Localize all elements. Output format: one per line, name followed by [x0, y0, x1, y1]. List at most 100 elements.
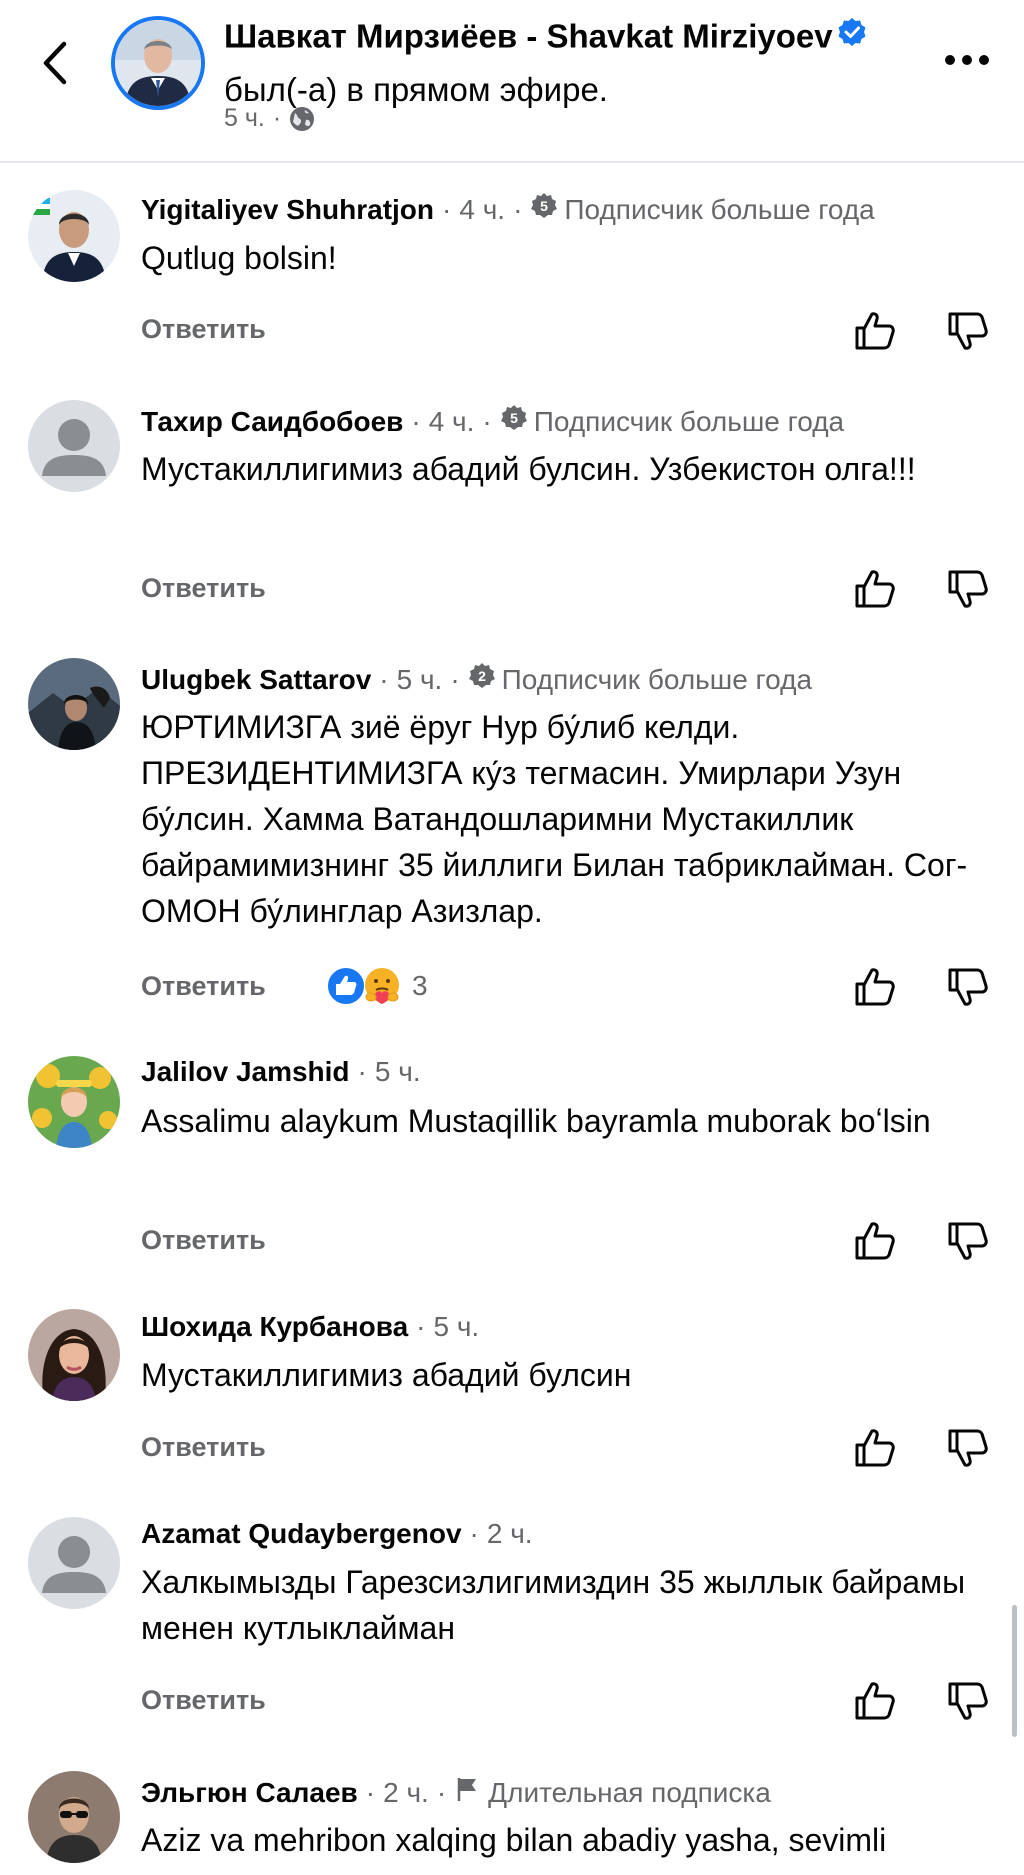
- dislike-button[interactable]: [946, 567, 990, 611]
- thumbs-down-icon: [948, 570, 988, 608]
- reply-button[interactable]: Ответить: [141, 573, 266, 604]
- reply-button[interactable]: Ответить: [141, 1225, 266, 1256]
- page-name[interactable]: Шавкат Мирзиёев - Shavkat Mirziyoev: [224, 18, 833, 55]
- comment-time[interactable]: 5 ч.: [375, 1055, 421, 1089]
- avatar[interactable]: [28, 658, 120, 750]
- dislike-button[interactable]: [946, 1426, 990, 1470]
- avatar[interactable]: [28, 190, 120, 282]
- comment-time[interactable]: 2 ч.: [487, 1517, 533, 1551]
- comment-text: ЮРТИМИЗГА зиё ёруг Нур бу́либ келди. ПРЕ…: [141, 709, 968, 929]
- badge-number: 5: [510, 410, 518, 426]
- thumbs-down-icon: [948, 968, 988, 1006]
- like-button[interactable]: [853, 1219, 897, 1263]
- separator: ·: [411, 406, 421, 437]
- follower-badge-text: Подписчик больше года: [533, 406, 845, 437]
- comment-text: Aziz va mehribon xalqing bilan abadiy ya…: [141, 1822, 887, 1858]
- like-button[interactable]: [853, 309, 897, 353]
- commenter-name[interactable]: Тахир Саидбобоев: [141, 405, 403, 439]
- reply-button[interactable]: Ответить: [141, 1685, 266, 1716]
- separator: ·: [450, 664, 460, 695]
- follower-badge-icon: 2: [468, 662, 496, 698]
- scrollbar[interactable]: [1012, 1605, 1017, 1737]
- dislike-button[interactable]: [946, 309, 990, 353]
- commenter-name[interactable]: Ulugbek Sattarov: [141, 663, 371, 697]
- chevron-left-icon: [43, 41, 67, 85]
- comment-time[interactable]: 5 ч.: [397, 663, 443, 697]
- dislike-button[interactable]: [946, 1219, 990, 1263]
- comment-text: Халкымызды Гарезсизлигимиздин 35 жыллык …: [141, 1564, 966, 1646]
- comment-header: Jalilov Jamshid · 5 ч.: [141, 1055, 421, 1089]
- post-meta: 5 ч. ·: [224, 104, 315, 133]
- page-avatar[interactable]: [111, 16, 205, 110]
- verified-badge-icon: [837, 12, 867, 60]
- avatar-image: [115, 20, 201, 106]
- comment-time[interactable]: 4 ч.: [459, 193, 505, 227]
- meta-separator: ·: [272, 104, 282, 132]
- dislike-button[interactable]: [946, 1679, 990, 1723]
- avatar-image: [28, 1771, 120, 1863]
- thumbs-up-icon: [855, 312, 895, 350]
- comment-text: Мустакиллигимиз абадий булсин. Узбекисто…: [141, 451, 916, 487]
- badge-number: 2: [478, 668, 486, 684]
- commenter-name[interactable]: Шохида Курбанова: [141, 1310, 408, 1344]
- globe-icon: [290, 106, 315, 131]
- thumbs-down-icon: [948, 312, 988, 350]
- header-divider: [0, 161, 1024, 163]
- avatar-image: [28, 1056, 120, 1148]
- commenter-name[interactable]: Jalilov Jamshid: [141, 1055, 350, 1089]
- thumbs-down-icon: [948, 1429, 988, 1467]
- back-button[interactable]: [36, 38, 74, 88]
- comment-header: Тахир Саидбобоев · 4 ч. · 5 Подписчик бо…: [141, 404, 844, 440]
- post-time[interactable]: 5 ч.: [224, 104, 265, 133]
- like-button[interactable]: [853, 965, 897, 1009]
- post-header: Шавкат Мирзиёев - Shavkat Mirziyoev был(-…: [0, 0, 1024, 162]
- thumbs-up-icon: [855, 1222, 895, 1260]
- separator: ·: [436, 1777, 447, 1808]
- like-button[interactable]: [853, 1679, 897, 1723]
- reply-button[interactable]: Ответить: [141, 1432, 266, 1463]
- avatar[interactable]: [28, 400, 120, 492]
- separator: ·: [442, 194, 452, 225]
- thumbs-up-icon: [855, 968, 895, 1006]
- comment-header: Ulugbek Sattarov · 5 ч. · 2 Подписчик бо…: [141, 662, 812, 698]
- more-options-button[interactable]: [944, 50, 990, 70]
- like-button[interactable]: [853, 1426, 897, 1470]
- commenter-name[interactable]: Yigitaliyev Shuhratjon: [141, 193, 434, 227]
- follower-badge-text: Подписчик больше года: [564, 194, 875, 225]
- like-button[interactable]: [853, 567, 897, 611]
- comment-header: Azamat Qudaybergenov · 2 ч.: [141, 1517, 533, 1551]
- thumbs-up-icon: [855, 570, 895, 608]
- dislike-button[interactable]: [946, 965, 990, 1009]
- separator: ·: [365, 1777, 376, 1808]
- avatar[interactable]: [28, 1771, 120, 1863]
- default-avatar-icon: [28, 400, 120, 492]
- commenter-name[interactable]: Эльгюн Салаев: [141, 1776, 358, 1810]
- separator: ·: [469, 1518, 479, 1549]
- comment-header: Шохида Курбанова · 5 ч.: [141, 1310, 479, 1344]
- comment-time[interactable]: 2 ч.: [383, 1776, 429, 1810]
- reply-button[interactable]: Ответить: [141, 971, 266, 1002]
- avatar[interactable]: [28, 1056, 120, 1148]
- separator: ·: [513, 194, 523, 225]
- avatar[interactable]: [28, 1309, 120, 1401]
- like-reaction-icon: [326, 966, 366, 1006]
- thumbs-down-icon: [948, 1682, 988, 1720]
- comment-text: Assalimu alaykum Mustaqillik bayramla mu…: [141, 1103, 931, 1139]
- comment-text: Qutlug bolsin!: [141, 240, 337, 276]
- comment-time[interactable]: 4 ч.: [429, 405, 475, 439]
- follower-badge-icon: 5: [530, 192, 558, 228]
- reactions-summary[interactable]: 3: [326, 966, 428, 1006]
- comment-text: Мустакиллигимиз абадий булсин: [141, 1357, 632, 1393]
- comment-header: Эльгюн Салаев · 2 ч. · Длительная подпис…: [141, 1775, 771, 1811]
- separator: ·: [357, 1056, 367, 1087]
- comment-time[interactable]: 5 ч.: [433, 1310, 479, 1344]
- avatar[interactable]: [28, 1517, 120, 1609]
- avatar-image: [28, 658, 120, 750]
- commenter-name[interactable]: Azamat Qudaybergenov: [141, 1517, 462, 1551]
- reply-button[interactable]: Ответить: [141, 314, 266, 345]
- thumbs-down-icon: [948, 1222, 988, 1260]
- thumbs-up-icon: [855, 1682, 895, 1720]
- care-reaction-icon: [365, 968, 399, 1004]
- thumbs-up-icon: [855, 1429, 895, 1467]
- reaction-count: 3: [412, 970, 428, 1001]
